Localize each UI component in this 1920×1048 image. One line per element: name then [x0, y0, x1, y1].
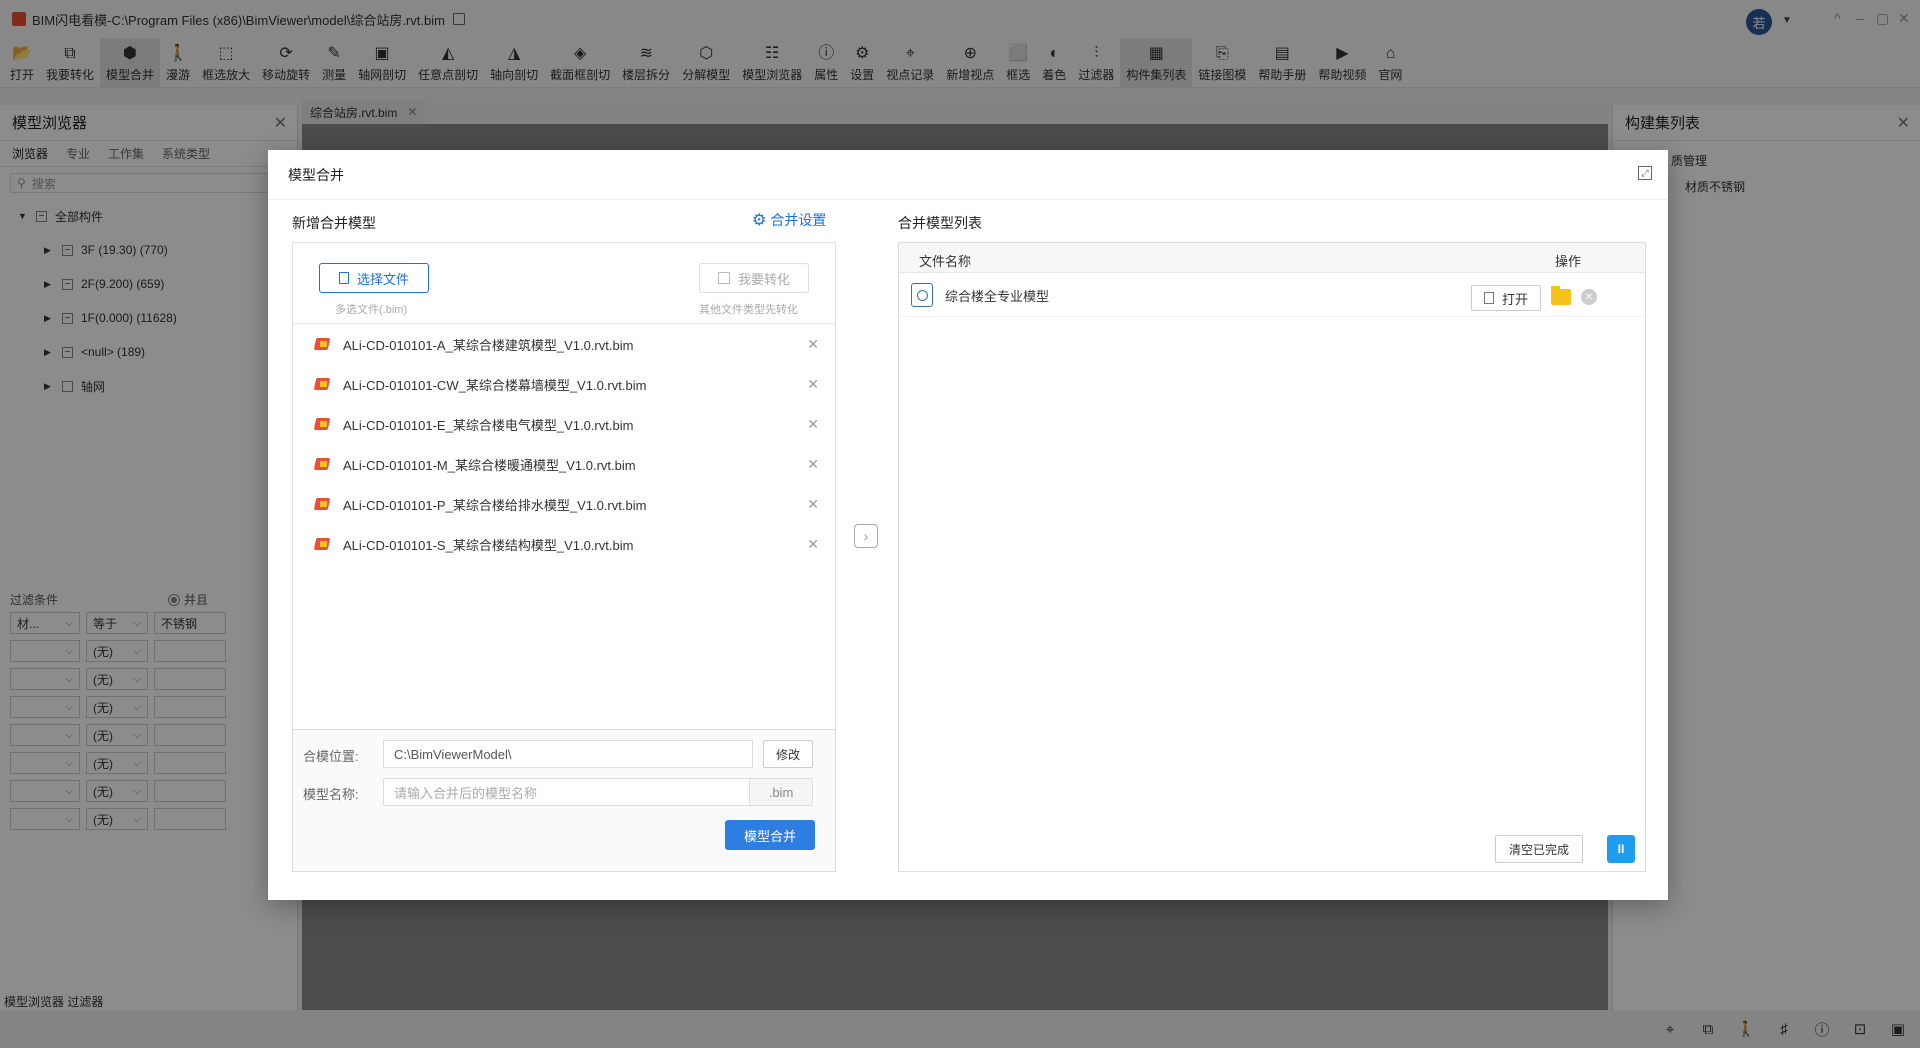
remove-file-icon[interactable]: ✕ [807, 456, 819, 473]
col-action: 操作 [1555, 254, 1582, 269]
document-icon [1483, 292, 1494, 304]
select-file-button[interactable]: 选择文件 [319, 263, 429, 293]
file-list: ALi-CD-010101-A_某综合楼建筑模型_V1.0.rvt.bim ✕ AL… [293, 323, 835, 564]
merge-form: 合模位置: C:\BimViewerModel\ 修改 模型名称: 请输入合并后… [293, 729, 835, 871]
location-input[interactable]: C:\BimViewerModel\ [383, 740, 753, 768]
new-merge-box: 选择文件 多选文件(.bim) 我要转化 其他文件类型先转化 ALi-CD-01… [292, 242, 836, 872]
remove-file-icon[interactable]: ✕ [807, 536, 819, 553]
col-file-name: 文件名称 [919, 254, 972, 269]
maximize-icon[interactable]: ⤢ [1638, 166, 1652, 180]
convert-hint: 其他文件类型先转化 [699, 304, 798, 316]
bim-file-icon [315, 377, 331, 391]
pause-button[interactable]: II [1607, 835, 1635, 863]
file-name: ALi-CD-010101-P_某综合楼给排水模型_V1.0.rvt.bim [343, 497, 647, 513]
merge-settings-link[interactable]: ⚙ 合并设置 [752, 210, 826, 230]
bim-file-icon [315, 537, 331, 551]
table-row: 综合楼全专业模型 打开 ✕ [899, 273, 1645, 317]
list-item[interactable]: ALi-CD-010101-A_某综合楼建筑模型_V1.0.rvt.bim ✕ [293, 324, 835, 364]
file-name: ALi-CD-010101-S_某综合楼结构模型_V1.0.rvt.bim [343, 537, 634, 553]
file-icon [338, 272, 349, 284]
list-item[interactable]: ALi-CD-010101-S_某综合楼结构模型_V1.0.rvt.bim ✕ [293, 524, 835, 564]
folder-icon[interactable] [1551, 286, 1571, 305]
bim-suffix: .bim [749, 778, 813, 806]
bim-file-icon [315, 337, 331, 351]
modify-button[interactable]: 修改 [763, 740, 813, 768]
remove-file-icon[interactable]: ✕ [807, 496, 819, 513]
new-merge-title: 新增合并模型 [292, 215, 376, 231]
merged-model-name: 综合楼全专业模型 [945, 289, 1050, 304]
bim-file-icon [315, 417, 331, 431]
bim-file-icon [315, 457, 331, 471]
merge-settings-label: 合并设置 [770, 212, 827, 228]
file-name: ALi-CD-010101-CW_某综合楼幕墙模型_V1.0.rvt.bim [343, 377, 647, 393]
file-name: ALi-CD-010101-M_某综合楼暖通模型_V1.0.rvt.bim [343, 457, 636, 473]
file-name: ALi-CD-010101-A_某综合楼建筑模型_V1.0.rvt.bim [343, 337, 634, 353]
convert-label: 我要转化 [737, 271, 790, 287]
location-label: 合模位置: [303, 749, 359, 764]
model-name-label: 模型名称: [303, 787, 359, 802]
merged-list-box: 文件名称 操作 综合楼全专业模型 打开 ✕ 清空已完成 II [898, 242, 1646, 872]
chevron-right-icon[interactable]: › [854, 524, 878, 548]
dialog-title: 模型合并 [288, 166, 344, 183]
open-label: 打开 [1501, 291, 1528, 307]
merged-list-title: 合并模型列表 [898, 215, 982, 231]
clear-completed-button[interactable]: 清空已完成 [1495, 835, 1583, 863]
convert-button[interactable]: 我要转化 [699, 263, 809, 293]
remove-icon[interactable]: ✕ [1581, 289, 1597, 305]
file-name: ALi-CD-010101-E_某综合楼电气模型_V1.0.rvt.bim [343, 417, 634, 433]
gear-icon: ⚙ [752, 212, 767, 229]
list-item[interactable]: ALi-CD-010101-P_某综合楼给排水模型_V1.0.rvt.bim ✕ [293, 484, 835, 524]
convert-icon [717, 272, 730, 284]
open-button[interactable]: 打开 [1471, 285, 1541, 311]
select-file-hint: 多选文件(.bim) [335, 304, 408, 316]
remove-file-icon[interactable]: ✕ [807, 416, 819, 433]
bim-file-icon [315, 497, 331, 511]
model-name-input[interactable]: 请输入合并后的模型名称 [383, 778, 749, 806]
dialog-header: 模型合并 ⤢ [268, 150, 1668, 200]
table-header: 文件名称 操作 [899, 243, 1645, 273]
select-file-label: 选择文件 [356, 271, 409, 287]
remove-file-icon[interactable]: ✕ [807, 336, 819, 353]
list-item[interactable]: ALi-CD-010101-E_某综合楼电气模型_V1.0.rvt.bim ✕ [293, 404, 835, 444]
merge-model-dialog: 模型合并 ⤢ 新增合并模型 ⚙ 合并设置 合并模型列表 选择文件 多选文件(.b… [268, 150, 1668, 900]
model-file-icon [911, 283, 933, 307]
list-item[interactable]: ALi-CD-010101-M_某综合楼暖通模型_V1.0.rvt.bim ✕ [293, 444, 835, 484]
remove-file-icon[interactable]: ✕ [807, 376, 819, 393]
list-item[interactable]: ALi-CD-010101-CW_某综合楼幕墙模型_V1.0.rvt.bim ✕ [293, 364, 835, 404]
merge-button[interactable]: 模型合并 [725, 820, 815, 850]
